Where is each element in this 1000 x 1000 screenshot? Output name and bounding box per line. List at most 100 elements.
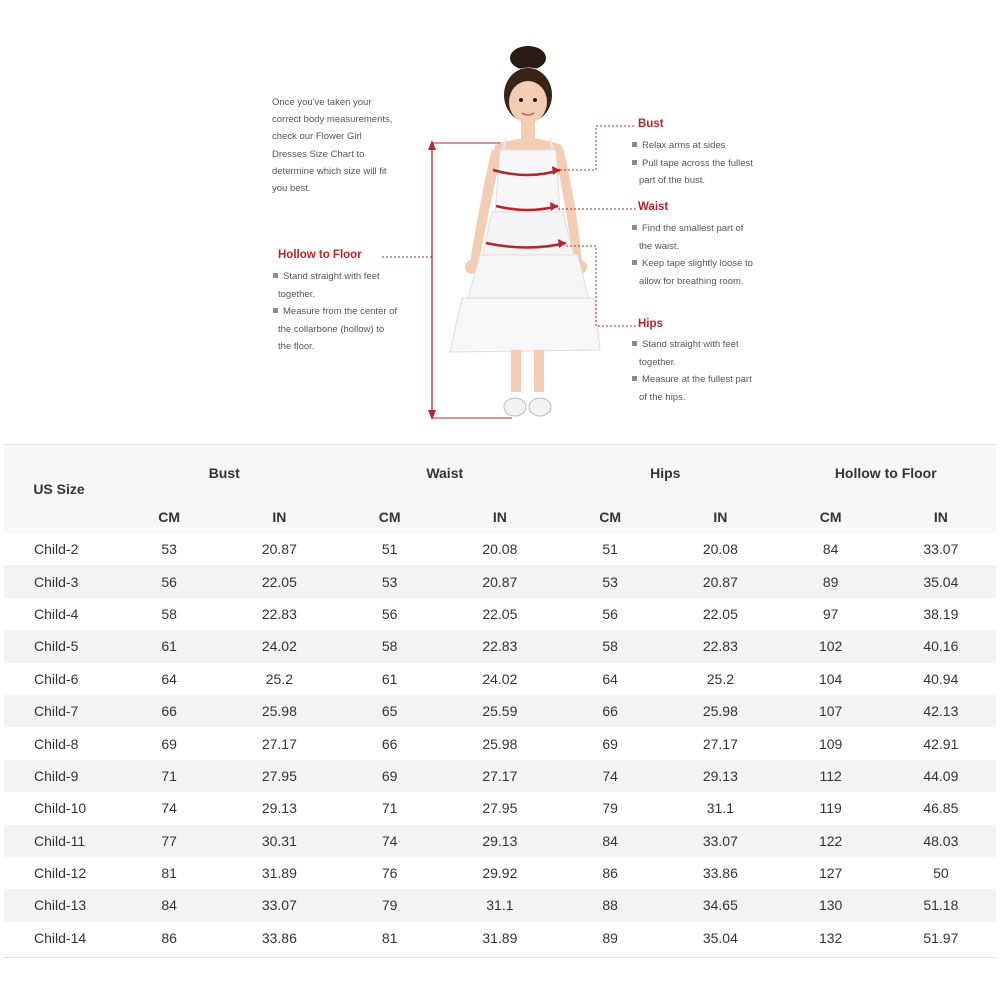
measurement-cell: 50: [933, 865, 949, 882]
measurement-cell: 107: [775, 694, 886, 728]
measurement-cell: 53: [161, 541, 177, 558]
measurement-cell: 127: [818, 865, 843, 882]
measurement-cell: 44.09: [885, 759, 996, 793]
measurement-guide-illustration: Once you've taken your correct body meas…: [0, 0, 1000, 440]
hips-heading: Hips: [638, 318, 663, 330]
table-row: Child-3 56 22.05 53 20.87 53 20.87 89 35.04: [4, 565, 996, 598]
measurement-cell: 42.91: [923, 735, 959, 752]
hollow-to-floor-heading: Hollow to Floor: [278, 249, 362, 261]
measurement-cell: 66: [114, 694, 225, 728]
measurement-cell: 25.98: [224, 694, 335, 728]
measurement-cell: 104: [818, 670, 843, 687]
measurement-cell: 51.18: [885, 889, 996, 922]
measurement-cell: 35.04: [885, 565, 996, 598]
measurement-cell: 20.08: [702, 541, 738, 558]
measurement-cell: 24.02: [224, 630, 335, 663]
measurement-cell: 71: [114, 759, 225, 793]
measurement-cell: 84: [114, 889, 225, 922]
size-label-cell: Child-11: [4, 824, 114, 857]
size-label-cell: Child-5: [4, 630, 114, 663]
measurement-cell: 61: [114, 630, 225, 663]
hollow-to-floor-instructions: Stand straight with feet together. Measu…: [273, 268, 397, 356]
table-row: Child-2 53 20.87 51 20.08 51 20.08 84 33.07: [4, 533, 996, 565]
size-chart-table: US Size Bust Waist Hips Hollow to Floor …: [4, 444, 996, 954]
measurement-cell: 42.13: [885, 694, 996, 728]
measurement-cell: 51.97: [923, 929, 959, 946]
measurement-cell: 58: [555, 630, 666, 663]
measurement-cell: 27.17: [444, 759, 555, 793]
unit-header-cm: CM: [555, 501, 666, 533]
measurement-cell: 69: [161, 735, 177, 752]
unit-header-in: IN: [885, 501, 996, 533]
measurement-cell: 89: [775, 565, 886, 598]
measurement-cell: 31.89: [261, 865, 297, 882]
table-row: Child-7 66 25.98 65 25.59 66 25.98 107 42.13: [4, 694, 996, 728]
measurement-cell: 81: [161, 865, 177, 882]
measurement-cell: 66: [555, 694, 666, 728]
measurement-cell: 56: [114, 565, 225, 598]
measurement-cell: 20.08: [482, 541, 518, 558]
measurement-cell: 58: [334, 630, 445, 663]
measurement-cell: 27.17: [702, 735, 738, 752]
table-row: Child-11 77 30.31 74 29.13 84 33.07 122 48.03: [4, 824, 996, 857]
measurement-cell: 84: [822, 541, 839, 558]
measurement-cell: 61: [381, 670, 398, 687]
measurement-cell: 22.05: [224, 565, 335, 598]
size-label-cell: Child-12: [34, 865, 87, 882]
measurement-cell: 112: [775, 759, 886, 793]
measurement-cell: 76: [381, 865, 398, 882]
measurement-cell: 25.98: [482, 735, 518, 752]
measurement-cell: 33.86: [261, 929, 297, 946]
measurement-cell: 56: [602, 605, 618, 622]
bullet-square-icon: [273, 308, 278, 313]
size-label-cell: Child-13: [4, 889, 114, 922]
table-bottom-divider: [4, 956, 996, 958]
size-label-cell: Child-14: [34, 929, 87, 946]
hips-column-header: Hips: [555, 445, 776, 501]
size-label-cell: Child-7: [4, 694, 114, 728]
size-label-cell: Child-6: [34, 670, 79, 687]
measurement-cell: 29.13: [665, 759, 776, 793]
bullet-square-icon: [632, 376, 637, 381]
measurement-cell: 29.13: [261, 800, 297, 817]
measurement-cell: 31.1: [706, 800, 734, 817]
measurement-cell: 25.59: [444, 694, 555, 728]
measurement-cell: 74: [334, 824, 445, 857]
size-label-cell: Child-2: [34, 541, 79, 558]
measurement-cell: 102: [775, 630, 886, 663]
us-size-header: US Size: [4, 445, 114, 533]
measurement-cell: 53: [334, 565, 445, 598]
measurement-cell: 79: [334, 889, 445, 922]
measurement-cell: 31.89: [482, 929, 518, 946]
measurement-cell: 53: [555, 565, 666, 598]
measurement-cell: 33.07: [665, 824, 776, 857]
measurement-cell: 86: [602, 865, 618, 882]
measurement-cell: 22.83: [261, 605, 297, 622]
measurement-cell: 84: [555, 824, 666, 857]
measurement-cell: 74: [555, 759, 666, 793]
measurement-cell: 79: [602, 800, 618, 817]
measurement-cell: 40.94: [923, 670, 959, 687]
size-label-cell: Child-10: [34, 800, 87, 817]
unit-header-cm: CM: [775, 501, 886, 533]
measurement-cell: 81: [381, 929, 398, 946]
measurement-cell: 27.95: [482, 800, 518, 817]
table-row: Child-13 84 33.07 79 31.1 88 34.65 130 51.18: [4, 889, 996, 922]
measurement-cell: 34.65: [665, 889, 776, 922]
measurement-cell: 89: [602, 929, 618, 946]
measurement-cell: 33.07: [224, 889, 335, 922]
table-row: Child-8 69 27.17 66 25.98 69 27.17 109 42.91: [4, 727, 996, 759]
size-table-body: Child-2 53 20.87 51 20.08 51 20.08 84 33.07 Child…: [4, 533, 996, 954]
measurement-cell: 51: [381, 541, 398, 558]
unit-header-cm: CM: [114, 501, 225, 533]
measurement-cell: 33.07: [923, 541, 959, 558]
measurement-cell: 29.92: [482, 865, 518, 882]
measurement-cell: 48.03: [885, 824, 996, 857]
table-row: Child-6 64 25.2 61 24.02 64 25.2 104 40.94: [4, 663, 996, 695]
measurement-cell: 22.05: [482, 605, 518, 622]
size-label-cell: Child-8: [34, 735, 79, 752]
bullet-square-icon: [273, 273, 278, 278]
measurement-cell: 56: [381, 605, 398, 622]
waist-column-header: Waist: [334, 445, 555, 501]
measurement-cell: 38.19: [923, 605, 959, 622]
